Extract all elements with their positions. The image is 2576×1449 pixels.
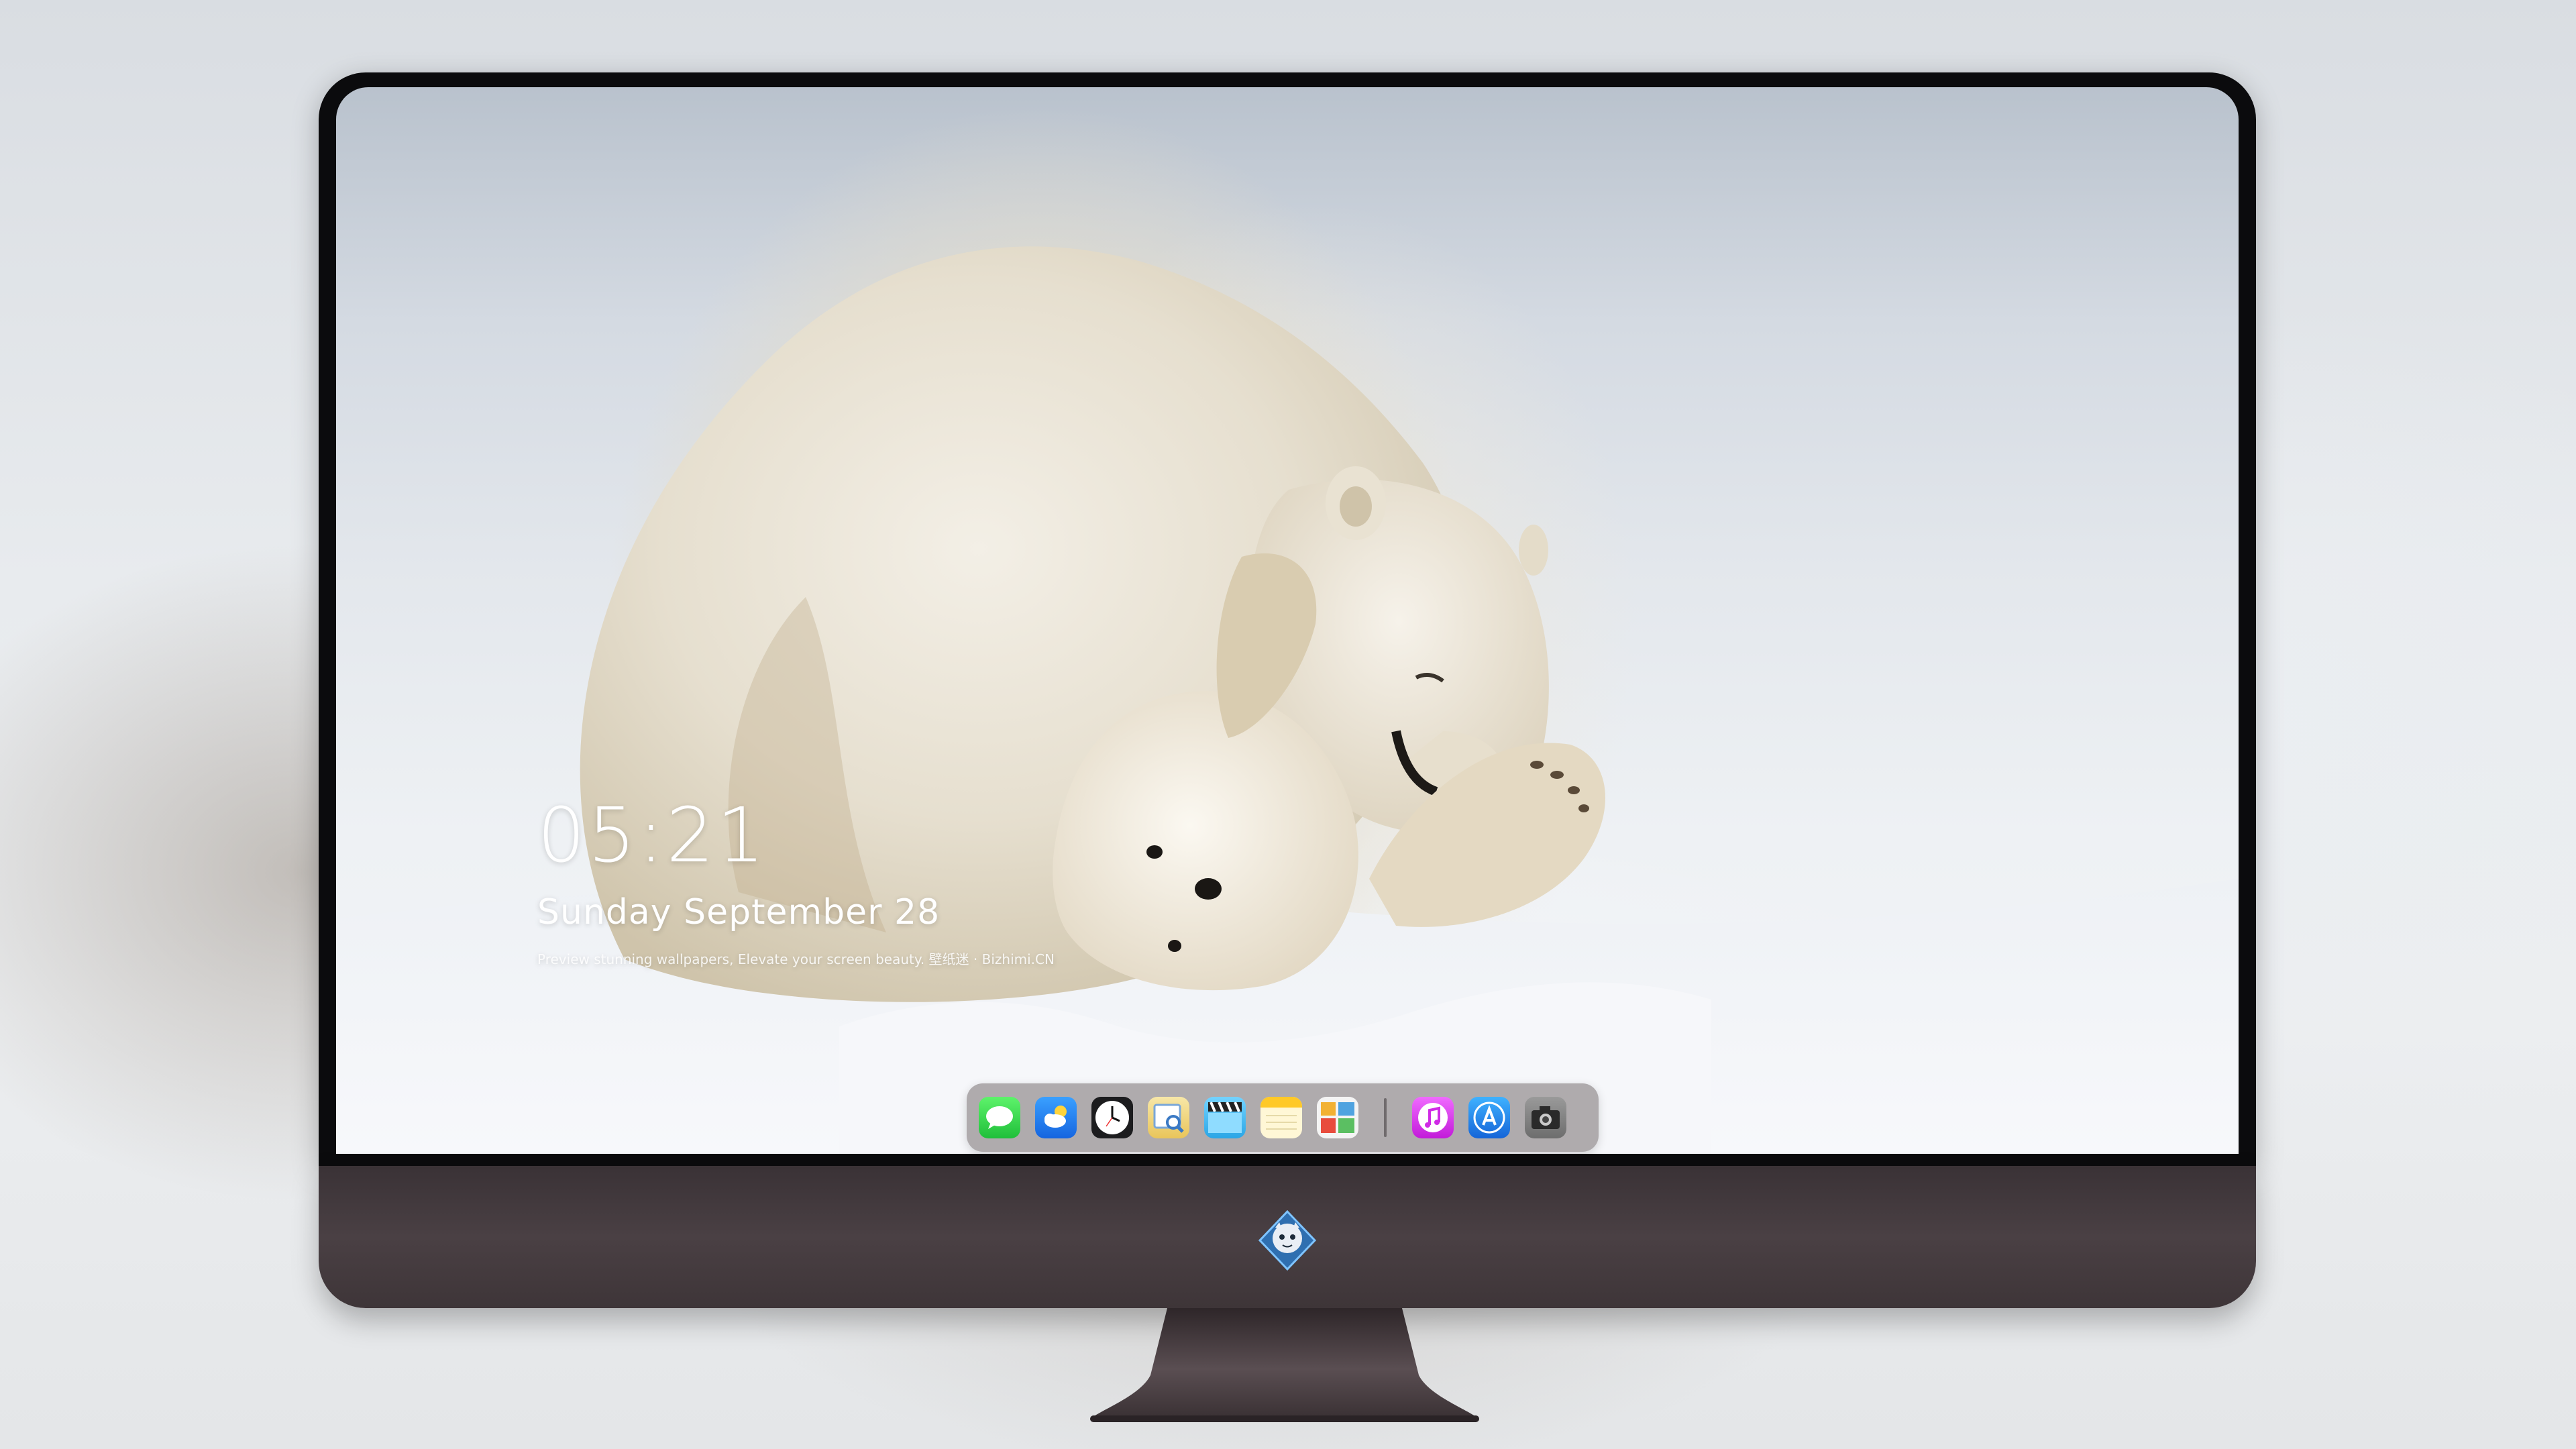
monitor-chin (319, 1166, 2256, 1308)
monitor-stand (1090, 1308, 1479, 1422)
clock-icon[interactable] (1091, 1097, 1133, 1138)
desktop-screen: 05:21 Sunday September 28 Preview stunni… (336, 87, 2239, 1154)
photo-gallery-icon[interactable] (1317, 1097, 1358, 1138)
lockscreen-clock: 05:21 Sunday September 28 Preview stunni… (537, 798, 1055, 968)
music-icon[interactable] (1412, 1097, 1454, 1138)
notes-icon[interactable] (1260, 1097, 1302, 1138)
messages-icon[interactable] (979, 1097, 1020, 1138)
camera-icon[interactable] (1525, 1097, 1566, 1138)
clapperboard-icon[interactable] (1204, 1097, 1246, 1138)
dock-separator (1384, 1098, 1387, 1137)
weather-icon[interactable] (1035, 1097, 1077, 1138)
preview-icon[interactable] (1148, 1097, 1189, 1138)
mascot-logo-icon (1258, 1210, 1317, 1271)
monitor: 05:21 Sunday September 28 Preview stunni… (319, 72, 2256, 1422)
app-store-icon[interactable] (1468, 1097, 1510, 1138)
clock-date: Sunday September 28 (537, 892, 941, 932)
wallpaper-tagline: Preview stunning wallpapers, Elevate you… (537, 951, 1055, 967)
polar-bear-wallpaper (336, 246, 2239, 1154)
clock-time: 05:21 (537, 792, 767, 879)
monitor-bezel: 05:21 Sunday September 28 Preview stunni… (319, 72, 2256, 1166)
dock (967, 1083, 1599, 1152)
